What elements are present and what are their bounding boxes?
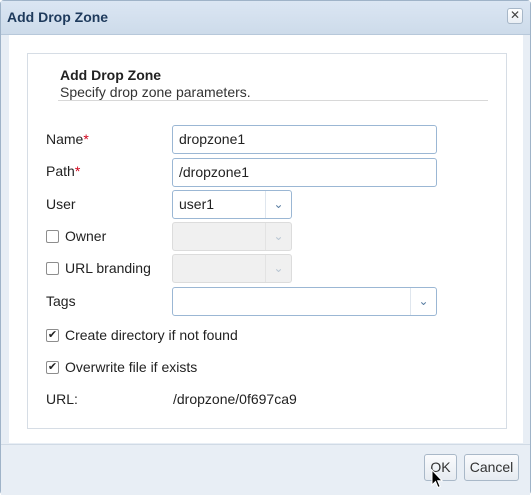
dialog-titlebar[interactable]: Add Drop Zone ✕ — [1, 1, 530, 35]
overwrite-checkbox[interactable]: ✔ — [46, 361, 59, 374]
name-label-text: Name — [46, 131, 84, 147]
required-marker: * — [83, 131, 89, 147]
url-label: URL: — [46, 391, 78, 407]
create-directory-label: Create directory if not found — [65, 327, 238, 343]
dialog-footer: OK Cancel — [1, 444, 530, 495]
check-icon: ✔ — [47, 361, 58, 373]
chevron-down-icon: ⌄ — [265, 223, 291, 250]
cancel-button-label: Cancel — [469, 459, 514, 475]
user-select[interactable]: user1 ⌄ — [172, 190, 292, 219]
add-drop-zone-dialog: Add Drop Zone ✕ Add Drop Zone Specify dr… — [0, 0, 531, 495]
close-button[interactable]: ✕ — [507, 8, 523, 24]
url-value: /dropzone/0f697ca9 — [173, 391, 297, 407]
create-directory-checkbox[interactable]: ✔ — [46, 329, 59, 342]
close-icon: ✕ — [509, 8, 521, 22]
url-branding-select[interactable]: ⌄ — [172, 254, 292, 283]
name-label: Name* — [46, 131, 89, 147]
overwrite-label: Overwrite file if exists — [65, 359, 198, 375]
section-title: Add Drop Zone — [60, 67, 162, 83]
check-icon: ✔ — [47, 329, 58, 341]
path-input[interactable]: /dropzone1 — [172, 158, 437, 187]
mouse-pointer-icon — [431, 469, 443, 489]
path-label-text: Path — [46, 163, 75, 179]
owner-select[interactable]: ⌄ — [172, 222, 292, 251]
user-select-value: user1 — [179, 196, 215, 212]
url-branding-checkbox[interactable] — [46, 262, 59, 275]
path-label: Path* — [46, 163, 80, 179]
url-branding-label: URL branding — [65, 260, 151, 276]
chevron-down-icon: ⌄ — [265, 191, 291, 218]
user-label: User — [46, 196, 76, 212]
tags-select[interactable]: ⌄ — [172, 287, 437, 316]
name-input[interactable]: dropzone1 — [172, 125, 437, 154]
section-divider — [58, 100, 488, 101]
section-subtitle: Specify drop zone parameters. — [60, 84, 251, 100]
chevron-down-icon: ⌄ — [265, 255, 291, 282]
owner-label: Owner — [65, 228, 107, 244]
dialog-title: Add Drop Zone — [7, 9, 109, 25]
cancel-button[interactable]: Cancel — [464, 454, 519, 481]
path-input-value: /dropzone1 — [179, 164, 250, 180]
chevron-down-icon: ⌄ — [410, 288, 436, 315]
required-marker: * — [74, 163, 81, 179]
tags-label: Tags — [46, 293, 76, 309]
name-input-value: dropzone1 — [179, 131, 246, 147]
owner-checkbox[interactable] — [46, 230, 59, 243]
